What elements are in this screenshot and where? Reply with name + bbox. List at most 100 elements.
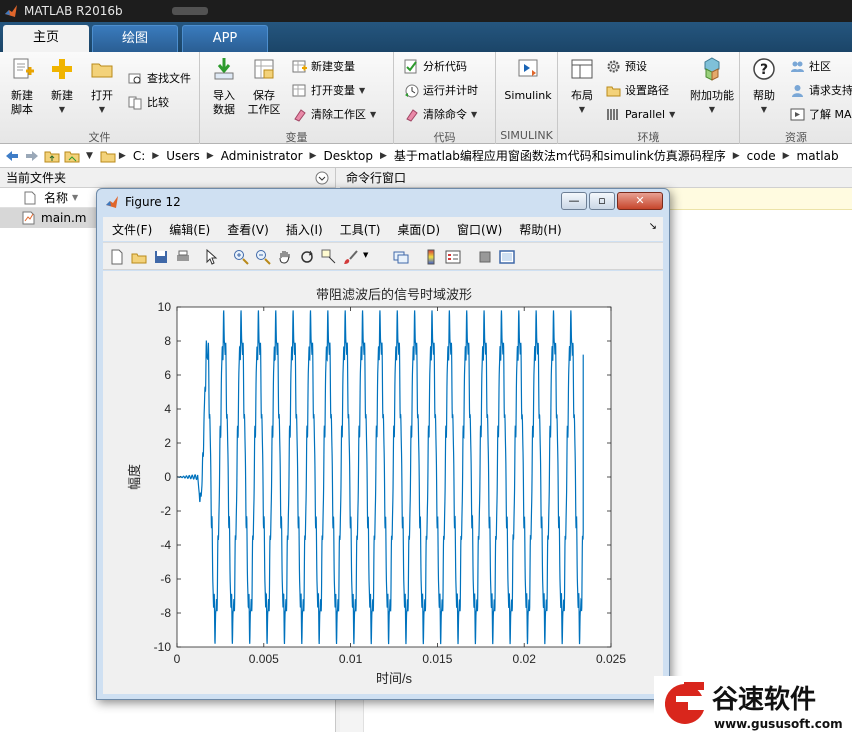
chart-title: 带阻滤波后的信号时域波形 [316,287,472,302]
legend-icon[interactable] [445,249,461,265]
zoom-in-icon[interactable] [233,249,249,265]
browse-folder-icon[interactable] [64,148,80,164]
simulink-label: Simulink [504,89,552,102]
new-variable-icon [292,60,307,72]
figure-title: Figure 12 [125,195,181,209]
community-button[interactable]: 社区 [790,56,831,76]
addons-dropdown-icon: ▼ [708,105,716,114]
analyze-code-button[interactable]: 分析代码 [404,56,467,76]
figure-logo-icon [106,196,118,208]
import-data-button[interactable]: 导入 数据 [204,56,244,117]
pan-hand-icon[interactable] [277,249,293,265]
menu-desktop[interactable]: 桌面(D) [397,221,440,238]
data-cursor-icon[interactable] [321,249,337,265]
forward-icon[interactable] [24,148,40,164]
y-tick-label: -8 [160,606,171,620]
save-icon[interactable] [153,249,169,265]
current-folder-title: 当前文件夹 [6,171,67,185]
print-icon[interactable] [175,249,191,265]
preferences-button[interactable]: 预设 [606,56,647,76]
axes-background [177,307,611,647]
ribbon-section-simulink: Simulink SIMULINK [496,52,558,144]
new-script-label-1: 新建 [11,89,33,102]
crumb-code[interactable]: code [747,149,776,163]
new-variable-button[interactable]: 新建变量 [292,56,355,76]
learn-matlab-label: 了解 MA [809,108,852,121]
zoom-out-icon[interactable] [255,249,271,265]
y-tick-label: 6 [164,368,171,382]
parallel-dropdown-icon[interactable]: ▼ [669,110,675,119]
code-section-label: 代码 [433,131,456,144]
save-workspace-icon [254,59,274,79]
show-tools-icon[interactable] [499,249,515,265]
crumb-administrator[interactable]: Administrator [221,149,303,163]
find-files-label: 查找文件 [147,72,191,85]
address-dropdown-icon[interactable]: ▼ [86,151,93,161]
new-button[interactable]: 新建 ▼ [42,56,82,117]
parallel-button[interactable]: Parallel ▼ [606,104,675,124]
import-data-label-2: 数据 [213,103,235,116]
menu-file[interactable]: 文件(F) [112,221,152,238]
ribbon-section-code: 分析代码 运行并计时 清除命令 ▼ 代码 [394,52,496,144]
resources-section-label: 资源 [785,131,807,144]
menu-edit[interactable]: 编辑(E) [169,221,210,238]
close-button[interactable]: ✕ [617,192,663,210]
crumb-project[interactable]: 基于matlab编程应用窗函数法m代码和simulink仿真源码程序 [394,147,726,164]
brush-icon[interactable] [343,249,359,265]
up-folder-icon[interactable] [44,148,60,164]
learn-matlab-button[interactable]: 了解 MA [790,104,852,124]
addons-button[interactable]: 附加功能 ▼ [686,56,738,117]
maximize-button[interactable]: ▫ [589,192,615,210]
y-tick-label: 2 [164,436,171,450]
minimize-button[interactable]: — [561,192,587,210]
set-path-button[interactable]: 设置路径 [606,80,669,100]
crumb-drive[interactable]: C: [133,149,145,163]
new-script-button[interactable]: 新建 脚本 [2,56,42,117]
layout-icon [571,59,593,79]
menu-help[interactable]: 帮助(H) [519,221,561,238]
menu-tools[interactable]: 工具(T) [340,221,381,238]
hide-tools-icon[interactable] [477,249,493,265]
back-icon[interactable] [4,148,20,164]
new-script-label-2: 脚本 [11,103,33,116]
crumb-desktop[interactable]: Desktop [323,149,373,163]
panel-menu-icon[interactable] [315,171,329,185]
save-workspace-button[interactable]: 保存 工作区 [244,56,284,117]
crumb-separator-icon: ▶ [206,150,214,161]
open-button[interactable]: 打开 ▼ [82,56,122,117]
crumb-matlab[interactable]: matlab [797,149,839,163]
simulink-button[interactable]: Simulink [504,56,552,103]
layout-button[interactable]: 布局 ▼ [562,56,602,117]
save-workspace-label-2: 工作区 [247,103,281,116]
run-and-time-button[interactable]: 运行并计时 [404,80,478,100]
request-support-button[interactable]: 请求支持 [790,80,852,100]
clear-commands-dropdown-icon[interactable]: ▼ [471,110,477,119]
menu-view[interactable]: 查看(V) [227,221,269,238]
open-variable-dropdown-icon[interactable]: ▼ [359,86,365,95]
tab-plots[interactable]: 绘图 [92,25,178,52]
help-button[interactable]: ? 帮助 ▼ [744,56,784,117]
menu-dock-icon[interactable]: ↘ [649,221,657,232]
open-file-icon[interactable] [131,249,147,265]
clear-commands-button[interactable]: 清除命令 ▼ [404,104,477,124]
new-figure-icon[interactable] [109,249,125,265]
clear-workspace-dropdown-icon[interactable]: ▼ [370,110,376,119]
tab-home[interactable]: 主页 [3,25,89,52]
compare-button[interactable]: 比较 [128,92,169,112]
x-tick-label: 0.015 [422,652,452,666]
addons-icon [704,57,720,81]
crumb-users[interactable]: Users [166,149,200,163]
rotate-3d-icon[interactable] [299,249,315,265]
menu-window[interactable]: 窗口(W) [457,221,502,238]
menu-insert[interactable]: 插入(I) [286,221,323,238]
colorbar-icon[interactable] [423,249,439,265]
brush-dropdown-icon[interactable]: ▼ [363,251,368,259]
tab-apps[interactable]: APP [182,25,268,52]
compare-label: 比较 [147,96,169,109]
select-arrow-icon[interactable] [203,249,219,265]
crumb-separator-icon: ▶ [152,150,160,161]
find-files-button[interactable]: 查找文件 [128,68,191,88]
link-plot-icon[interactable] [393,249,409,265]
open-variable-button[interactable]: 打开变量 ▼ [292,80,365,100]
clear-workspace-button[interactable]: 清除工作区 ▼ [292,104,376,124]
